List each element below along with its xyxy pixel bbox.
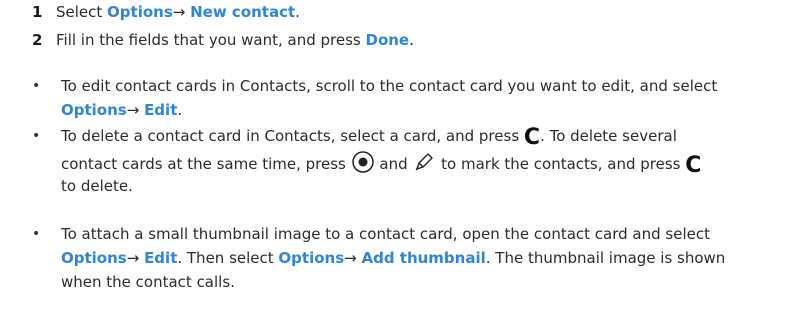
bullet-text: . The thumbnail image is shown [485,249,726,267]
menu-arrow: → [172,3,191,21]
menu-arrow: → [126,101,145,119]
bullet-text: to mark the contacts, and press [436,155,686,173]
menu-done: Done [365,31,410,49]
menu-options: Options [61,249,127,267]
period: . [177,101,183,119]
bullet-delete-line2: contact cards at the same time, press an… [61,150,701,179]
bullet-text: To attach a small thumbnail image to a c… [61,225,710,243]
step-2: 2 Fill in the fields that you want, and … [32,30,414,50]
menu-options: Options [278,249,345,267]
bullet-text: To edit contact cards in Contacts, scrol… [61,77,718,95]
joystick-press-icon [351,150,375,179]
bullet-text: . Then select [177,249,279,267]
bullet-dot: • [32,78,41,94]
step-number: 1 [32,3,43,21]
bullet-thumbnail-line3: when the contact calls. [61,272,235,292]
period: . [295,3,300,21]
menu-arrow: → [344,249,362,267]
step-text: Select [56,3,108,21]
period: . [409,31,414,49]
bullet-delete-line3: to delete. [61,176,133,196]
bullet-text: to delete. [61,177,133,195]
menu-arrow: → [126,249,145,267]
step-1: 1 Select Options→ New contact. [32,2,300,22]
menu-options: Options [107,3,173,21]
bullet-text: To delete a contact card in Contacts, se… [61,127,524,145]
menu-edit: Edit [144,101,178,119]
bullet-edit-line2: Options→ Edit. [61,100,182,120]
bullet-dot: • [32,226,41,242]
menu-new-contact: New contact [190,3,296,21]
edit-pen-icon [412,150,436,179]
bullet-text: . To delete several [540,127,677,145]
bullet-text: and [374,155,413,173]
clear-key-c: C [523,125,541,150]
bullet-thumbnail-line2: Options→ Edit. Then select Options→ Add … [61,248,725,268]
step-text: Fill in the fields that you want, and pr… [56,31,366,49]
step-number: 2 [32,31,43,49]
bullet-dot: • [32,128,41,144]
menu-edit: Edit [144,249,178,267]
bullet-text: contact cards at the same time, press [61,155,351,173]
menu-add-thumbnail: Add thumbnail [361,249,486,267]
bullet-text: when the contact calls. [61,273,235,291]
clear-key-c: C [685,153,702,178]
menu-options: Options [61,101,127,119]
